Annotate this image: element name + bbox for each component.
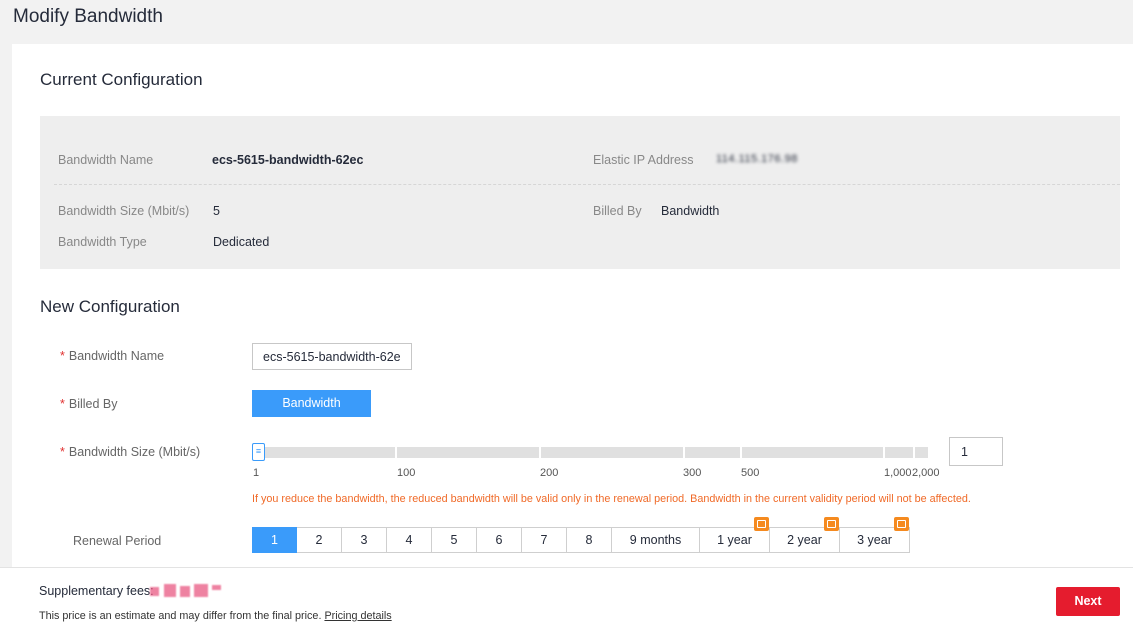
period-option-7[interactable]: 7 [522,527,567,553]
bandwidth-type-label: Bandwidth Type [58,235,147,249]
bandwidth-size-value: 5 [213,204,220,218]
period-option-2-year[interactable]: 2 year [770,517,840,553]
slider-tick-label: 200 [540,467,559,479]
size-field-label: * Bandwidth Size (Mbit/s) [60,445,201,459]
eip-value: 114.115.176.98 [716,153,798,165]
new-config-title: New Configuration [40,297,180,316]
slider-segment [742,447,883,458]
slider-segment [885,447,913,458]
bandwidth-slider-track[interactable] [252,447,928,458]
required-marker: * [60,397,65,411]
slider-tick-label: 500 [741,467,760,479]
slider-tick-label: 300 [683,467,702,479]
slider-tick-label: 1 [253,467,260,479]
bandwidth-name-input[interactable] [252,343,412,370]
billed-by-value: Bandwidth [661,204,720,218]
price-estimate-note: This price is an estimate and may differ… [39,610,392,622]
slider-segment [915,447,928,458]
fee-amount-redacted [150,584,232,598]
slider-tick-label: 100 [397,467,416,479]
bandwidth-type-value: Dedicated [213,235,270,249]
bandwidth-size-label: Bandwidth Size (Mbit/s) [58,204,190,218]
period-option-8[interactable]: 8 [567,527,612,553]
bandwidth-name-label: Bandwidth Name [58,153,154,167]
period-option-3-year[interactable]: 3 year [840,517,910,553]
renewal-period-selector: 1 2 3 4 5 6 7 8 9 months 1 year 2 year 3… [252,517,910,553]
billed-by-bandwidth-button[interactable]: Bandwidth [252,390,371,417]
page-title: Modify Bandwidth [13,6,163,27]
slider-segment [252,447,395,458]
billed-by-field-label: * Billed By [60,397,118,411]
reduce-bandwidth-warning: If you reduce the bandwidth, the reduced… [252,493,971,505]
period-option-1[interactable]: 1 [252,527,297,553]
period-option-9-months[interactable]: 9 months [612,527,700,553]
pricing-details-link[interactable]: Pricing details [324,610,391,622]
footer-bar: Supplementary fees: This price is an est… [0,567,1133,626]
discount-badge-icon [894,517,909,531]
required-marker: * [60,445,65,459]
renewal-period-label: Renewal Period [73,534,162,548]
current-config-panel: Bandwidth Name ecs-5615-bandwidth-62ec E… [40,116,1120,269]
discount-badge-icon [824,517,839,531]
divider [54,184,1120,185]
bandwidth-name-value: ecs-5615-bandwidth-62ec [212,153,364,167]
current-config-title: Current Configuration [40,70,203,89]
billed-by-label: Billed By [593,204,642,218]
period-option-6[interactable]: 6 [477,527,522,553]
slider-handle[interactable]: ≡ [252,443,265,461]
period-option-3[interactable]: 3 [342,527,387,553]
slider-segment [541,447,683,458]
next-button[interactable]: Next [1056,587,1120,616]
slider-segment [397,447,539,458]
name-field-label: * Bandwidth Name [60,349,165,363]
required-marker: * [60,349,65,363]
slider-tick-label: 2,000 [912,467,940,479]
discount-badge-icon [754,517,769,531]
supplementary-fees-label: Supplementary fees: [39,584,154,598]
period-option-1-year[interactable]: 1 year [700,517,770,553]
slider-segment [685,447,740,458]
period-option-4[interactable]: 4 [387,527,432,553]
bandwidth-size-input[interactable] [949,437,1003,466]
eip-label: Elastic IP Address [593,153,694,167]
period-option-2[interactable]: 2 [297,527,342,553]
period-option-5[interactable]: 5 [432,527,477,553]
slider-tick-label: 1,000 [884,467,912,479]
